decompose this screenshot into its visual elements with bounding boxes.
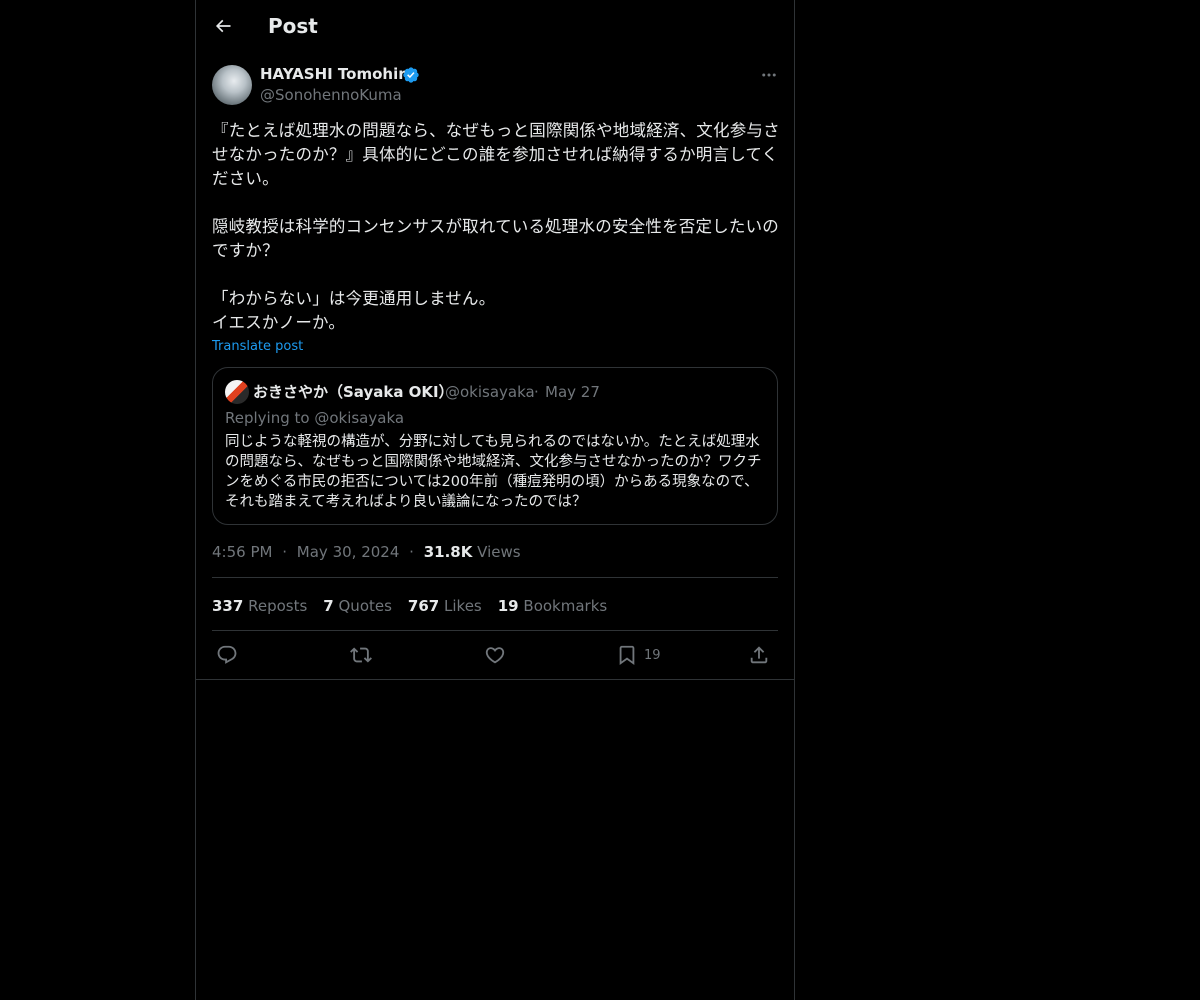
likes-count: 767 [407,597,440,615]
share-button[interactable] [748,643,770,667]
bookmarks-label: Bookmarks [523,597,608,615]
more-options-button[interactable] [758,64,780,86]
more-dots-icon [762,73,776,77]
bookmark-icon [619,645,635,666]
repost-button[interactable] [350,643,372,667]
post-bottom-border [196,679,794,680]
quote-separator: · [534,383,539,401]
engagement-stats: 337 Reposts 7 Quotes 767 Likes 19 Bookmarks [212,596,623,616]
quotes-count: 7 [323,597,334,615]
share-icon [750,646,768,664]
back-arrow-icon [215,19,231,33]
quotes-label: Quotes [338,597,392,615]
page-header: Post [196,0,794,53]
meta-separator: · [409,543,414,561]
action-bar: 19 [212,643,778,669]
bookmarks-stat[interactable]: 19 Bookmarks [498,596,607,616]
reposts-stat[interactable]: 337 Reposts [212,596,307,616]
repost-icon [350,647,372,663]
meta-separator: · [282,543,288,561]
bookmark-button[interactable]: 19 [616,643,661,667]
quote-author-name: おきさやか（Sayaka OKI） [253,383,454,401]
views-count[interactable]: 31.8K [424,543,473,561]
post-text: 『たとえば処理水の問題なら、なぜもっと国際関係や地域経済、文化参与させなかったの… [212,121,780,332]
quote-author-handle: @okisayaka [445,383,535,401]
author-handle[interactable]: @SonohennoKuma [260,85,402,105]
back-button[interactable] [210,13,236,39]
bookmarks-count: 19 [497,597,519,615]
translate-post-link[interactable]: Translate post [212,338,303,356]
like-button[interactable] [484,643,506,667]
likes-label: Likes [444,597,482,615]
author-name[interactable]: HAYASHI Tomohiro [260,64,416,84]
post-date[interactable]: May 30, 2024 [297,543,400,561]
reposts-count: 337 [212,597,244,615]
reply-button[interactable] [216,643,238,667]
quoted-post-card[interactable]: おきさやか（Sayaka OKI） @okisayaka · May 27 Re… [212,367,778,525]
post-time[interactable]: 4:56 PM [212,543,272,561]
post-detail-column: Post HAYASHI Tomohiro @SonohennoKuma 『たと… [195,0,795,1000]
author-avatar[interactable] [212,65,252,105]
page-title: Post [268,14,318,38]
views-label: Views [477,543,521,561]
quote-text: 同じような軽視の構造が、分野に対しても見られるのではないか。たとえば処理水の問題… [225,434,762,510]
quote-replying-to: Replying to @okisayaka [225,409,405,427]
divider [212,577,778,578]
like-icon [485,647,505,664]
verified-badge-icon [403,67,419,83]
quote-author-avatar [225,380,249,404]
reposts-label: Reposts [248,597,308,615]
divider [212,630,778,631]
reply-icon [217,645,237,664]
likes-stat[interactable]: 767 Likes [408,596,482,616]
quotes-stat[interactable]: 7 Quotes [323,596,392,616]
quote-date: May 27 [545,383,600,401]
post-meta: 4:56 PM · May 30, 2024 · 31.8K Views [212,542,521,562]
bookmark-count: 19 [644,647,661,663]
